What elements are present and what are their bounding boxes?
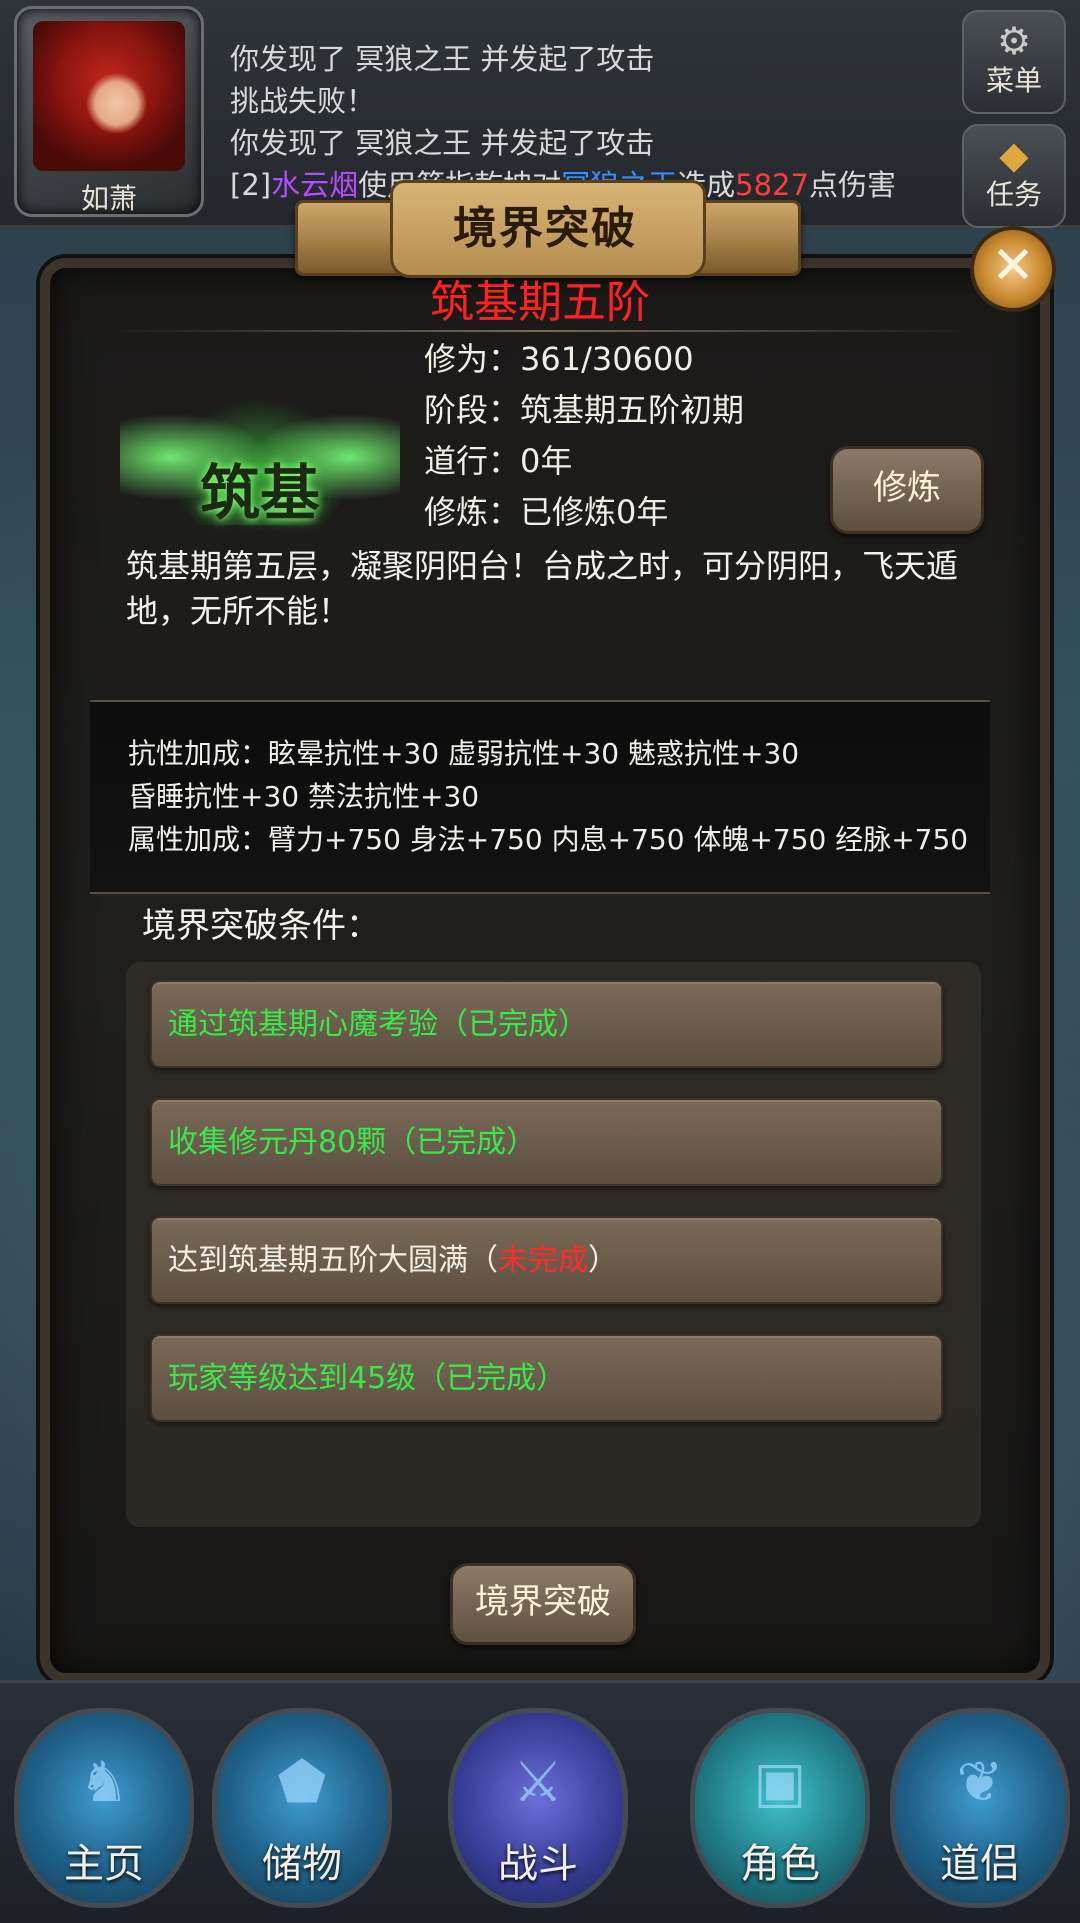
log-prefix: [2]: [230, 168, 272, 202]
dialog-title: 境界突破: [453, 203, 637, 254]
home-icon: ♞: [78, 1750, 130, 1815]
bonus-panel: 抗性加成：眩晕抗性+30 虚弱抗性+30 魅惑抗性+30 昏睡抗性+30 禁法抗…: [90, 700, 990, 894]
nav-companion[interactable]: ❦ 道侣: [890, 1708, 1070, 1908]
breakthrough-button[interactable]: 境界突破: [450, 1563, 636, 1645]
chest-icon: ▣: [753, 1750, 807, 1815]
conditions-heading: 境界突破条件：: [142, 906, 380, 946]
realm-emblem: 筑基: [120, 355, 400, 529]
player-name: 如萧: [80, 182, 137, 215]
condition-item: 达到筑基期五阶大圆满（未完成）: [150, 1216, 943, 1304]
nav-home[interactable]: ♞ 主页: [14, 1708, 194, 1908]
player-avatar[interactable]: 如萧: [14, 6, 204, 217]
stat-daoxing: 道行：0年: [424, 442, 573, 480]
nav-label: 道侣: [940, 1841, 1020, 1887]
stat-cultivation: 修为：361/30600: [424, 340, 694, 378]
beast-icon: ❦: [956, 1750, 1004, 1815]
close-icon: ✕: [991, 236, 1035, 296]
log-line: 你发现了 冥狼之王 并发起了攻击: [230, 42, 655, 76]
realm-description: 筑基期第五层，凝聚阴阳台！台成之时，可分阴阳，飞天遁地，无所不能！: [126, 547, 959, 630]
condition-text: 达到筑基期五阶大圆满（: [168, 1243, 498, 1278]
menu-button[interactable]: ⚙ 菜单: [962, 10, 1066, 114]
realm-title: 筑基期五阶: [430, 277, 650, 328]
condition-item: 收集修元丹80颗（已完成）: [150, 1098, 943, 1186]
sword-icon: ⚔: [512, 1750, 564, 1815]
close-button[interactable]: ✕: [970, 226, 1056, 312]
resistance-bonus-cont: 昏睡抗性+30 禁法抗性+30: [128, 780, 480, 813]
log-line: 你发现了 冥狼之王 并发起了攻击: [230, 126, 655, 160]
gem-icon: ⬟: [277, 1750, 327, 1815]
realm-stats: 修为：361/30600 阶段：筑基期五阶初期 道行：0年 修炼：已修炼0年: [424, 334, 744, 538]
attribute-bonus: 属性加成：臂力+750 身法+750 内息+750 体魄+750 经脉+750: [128, 823, 969, 856]
stat-stage: 阶段：筑基期五阶初期: [424, 391, 745, 429]
stat-practice: 修炼：已修炼0年: [424, 493, 669, 531]
log-text: 点伤害: [808, 168, 896, 202]
condition-text: ）: [588, 1243, 618, 1278]
task-button[interactable]: ◆ 任务: [962, 124, 1066, 228]
nav-label: 储物: [262, 1841, 342, 1887]
nav-storage[interactable]: ⬟ 储物: [212, 1708, 392, 1908]
task-label: 任务: [985, 178, 1042, 211]
diamond-icon: ◆: [999, 133, 1029, 177]
log-line: 挑战失败！: [230, 84, 376, 118]
condition-item: 通过筑基期心魔考验（已完成）: [150, 980, 943, 1068]
resistance-bonus: 抗性加成：眩晕抗性+30 虚弱抗性+30 魅惑抗性+30: [128, 737, 800, 770]
gear-icon: ⚙: [996, 19, 1032, 63]
nav-label: 战斗: [498, 1841, 578, 1887]
nav-battle[interactable]: ⚔ 战斗: [448, 1708, 628, 1908]
nav-label: 主页: [64, 1841, 144, 1887]
divider: [110, 330, 970, 332]
condition-status: 未完成: [498, 1243, 588, 1278]
condition-item: 玩家等级达到45级（已完成）: [150, 1334, 943, 1422]
avatar-portrait: [33, 21, 185, 171]
nav-label: 角色: [740, 1841, 820, 1887]
nav-character[interactable]: ▣ 角色: [690, 1708, 870, 1908]
emblem-label: 筑基: [200, 459, 320, 529]
cultivate-button[interactable]: 修炼: [830, 446, 984, 534]
menu-label: 菜单: [985, 64, 1042, 97]
